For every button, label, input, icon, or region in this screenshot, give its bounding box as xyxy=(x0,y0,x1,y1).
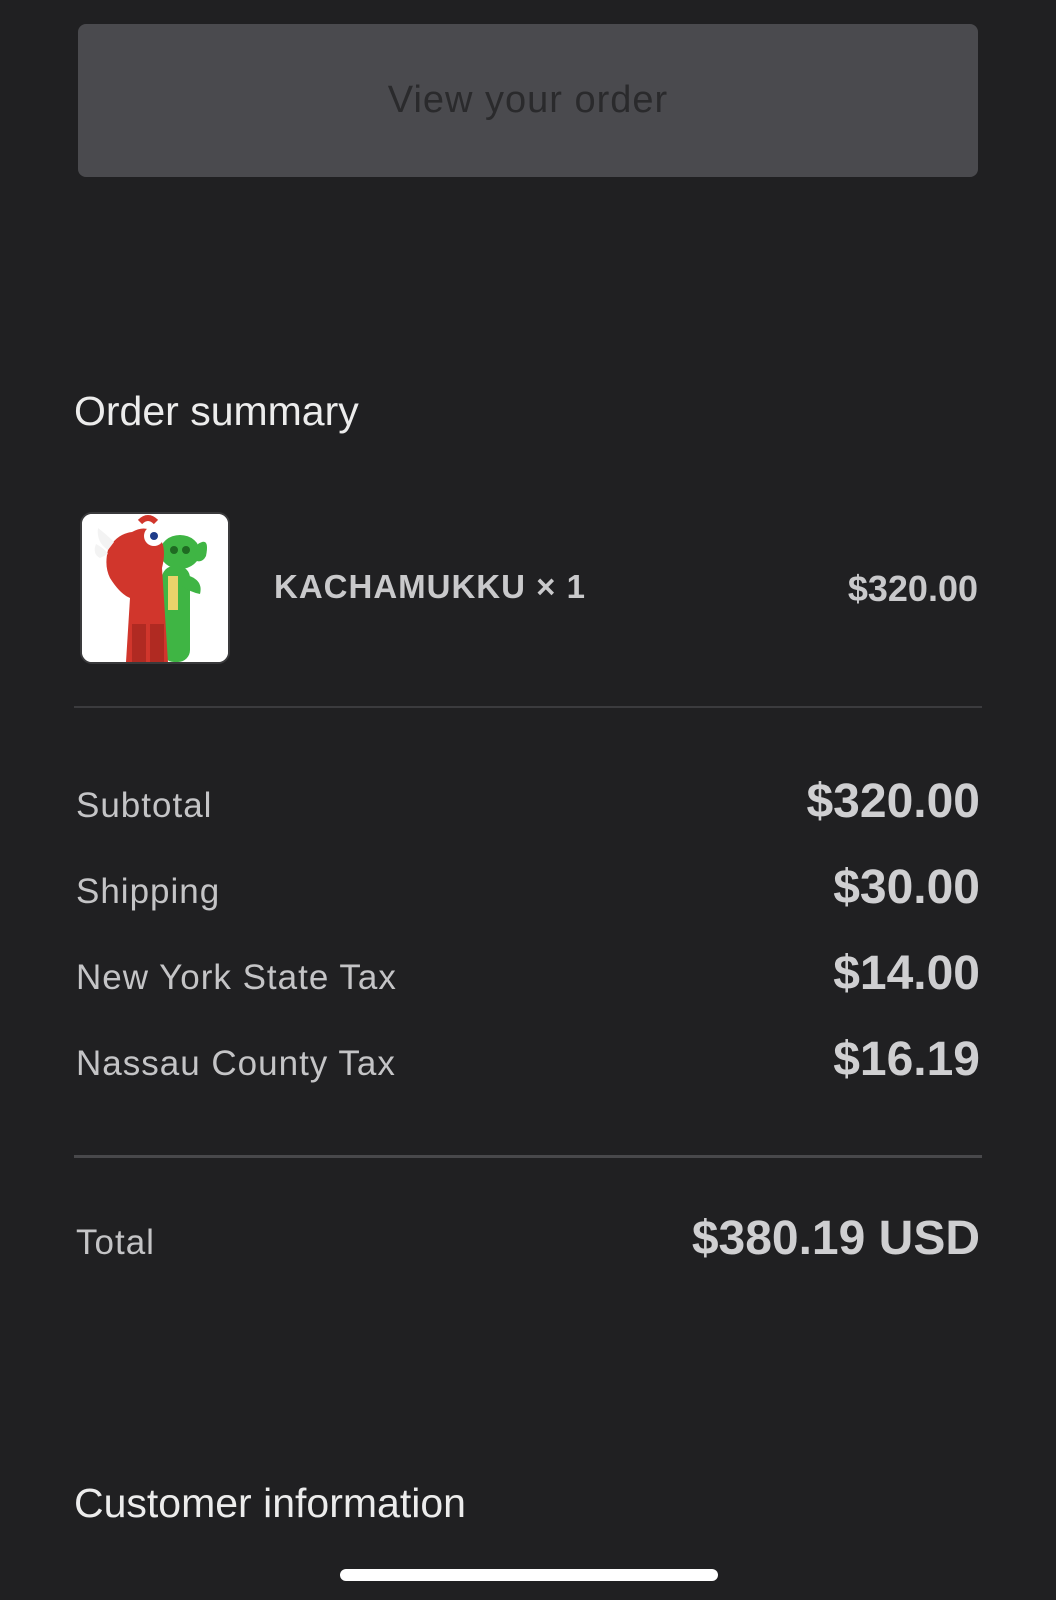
shipping-row: Shipping $30.00 xyxy=(76,860,980,920)
ny-state-tax-value: $14.00 xyxy=(833,947,980,1000)
nassau-county-tax-value: $16.19 xyxy=(833,1033,980,1086)
ny-state-tax-row: New York State Tax $14.00 xyxy=(76,946,980,1006)
shipping-value: $30.00 xyxy=(833,861,980,914)
total-label: Total xyxy=(76,1223,155,1262)
nassau-county-tax-label: Nassau County Tax xyxy=(76,1044,396,1083)
home-indicator[interactable] xyxy=(340,1569,718,1581)
ny-state-tax-label: New York State Tax xyxy=(76,958,397,997)
total-value: $380.19 USD xyxy=(691,1212,980,1265)
subtotal-label: Subtotal xyxy=(76,786,213,825)
order-summary-heading: Order summary xyxy=(74,388,359,434)
kachamukku-figure-image xyxy=(82,514,228,662)
product-thumbnail xyxy=(80,512,230,664)
nassau-county-tax-row: Nassau County Tax $16.19 xyxy=(76,1032,980,1092)
shipping-label: Shipping xyxy=(76,872,221,911)
line-item: KACHAMUKKU × 1 $320.00 xyxy=(78,512,978,664)
divider xyxy=(74,1155,982,1158)
item-name: KACHAMUKKU × 1 xyxy=(274,568,586,605)
subtotal-value: $320.00 xyxy=(806,775,980,828)
subtotal-row: Subtotal $320.00 xyxy=(76,774,980,834)
divider xyxy=(74,706,982,708)
total-row: Total $380.19 USD xyxy=(76,1211,980,1271)
customer-information-heading: Customer information xyxy=(74,1480,466,1526)
view-order-button[interactable]: View your order xyxy=(78,24,978,177)
item-price: $320.00 xyxy=(847,568,978,609)
view-order-label: View your order xyxy=(387,79,669,121)
